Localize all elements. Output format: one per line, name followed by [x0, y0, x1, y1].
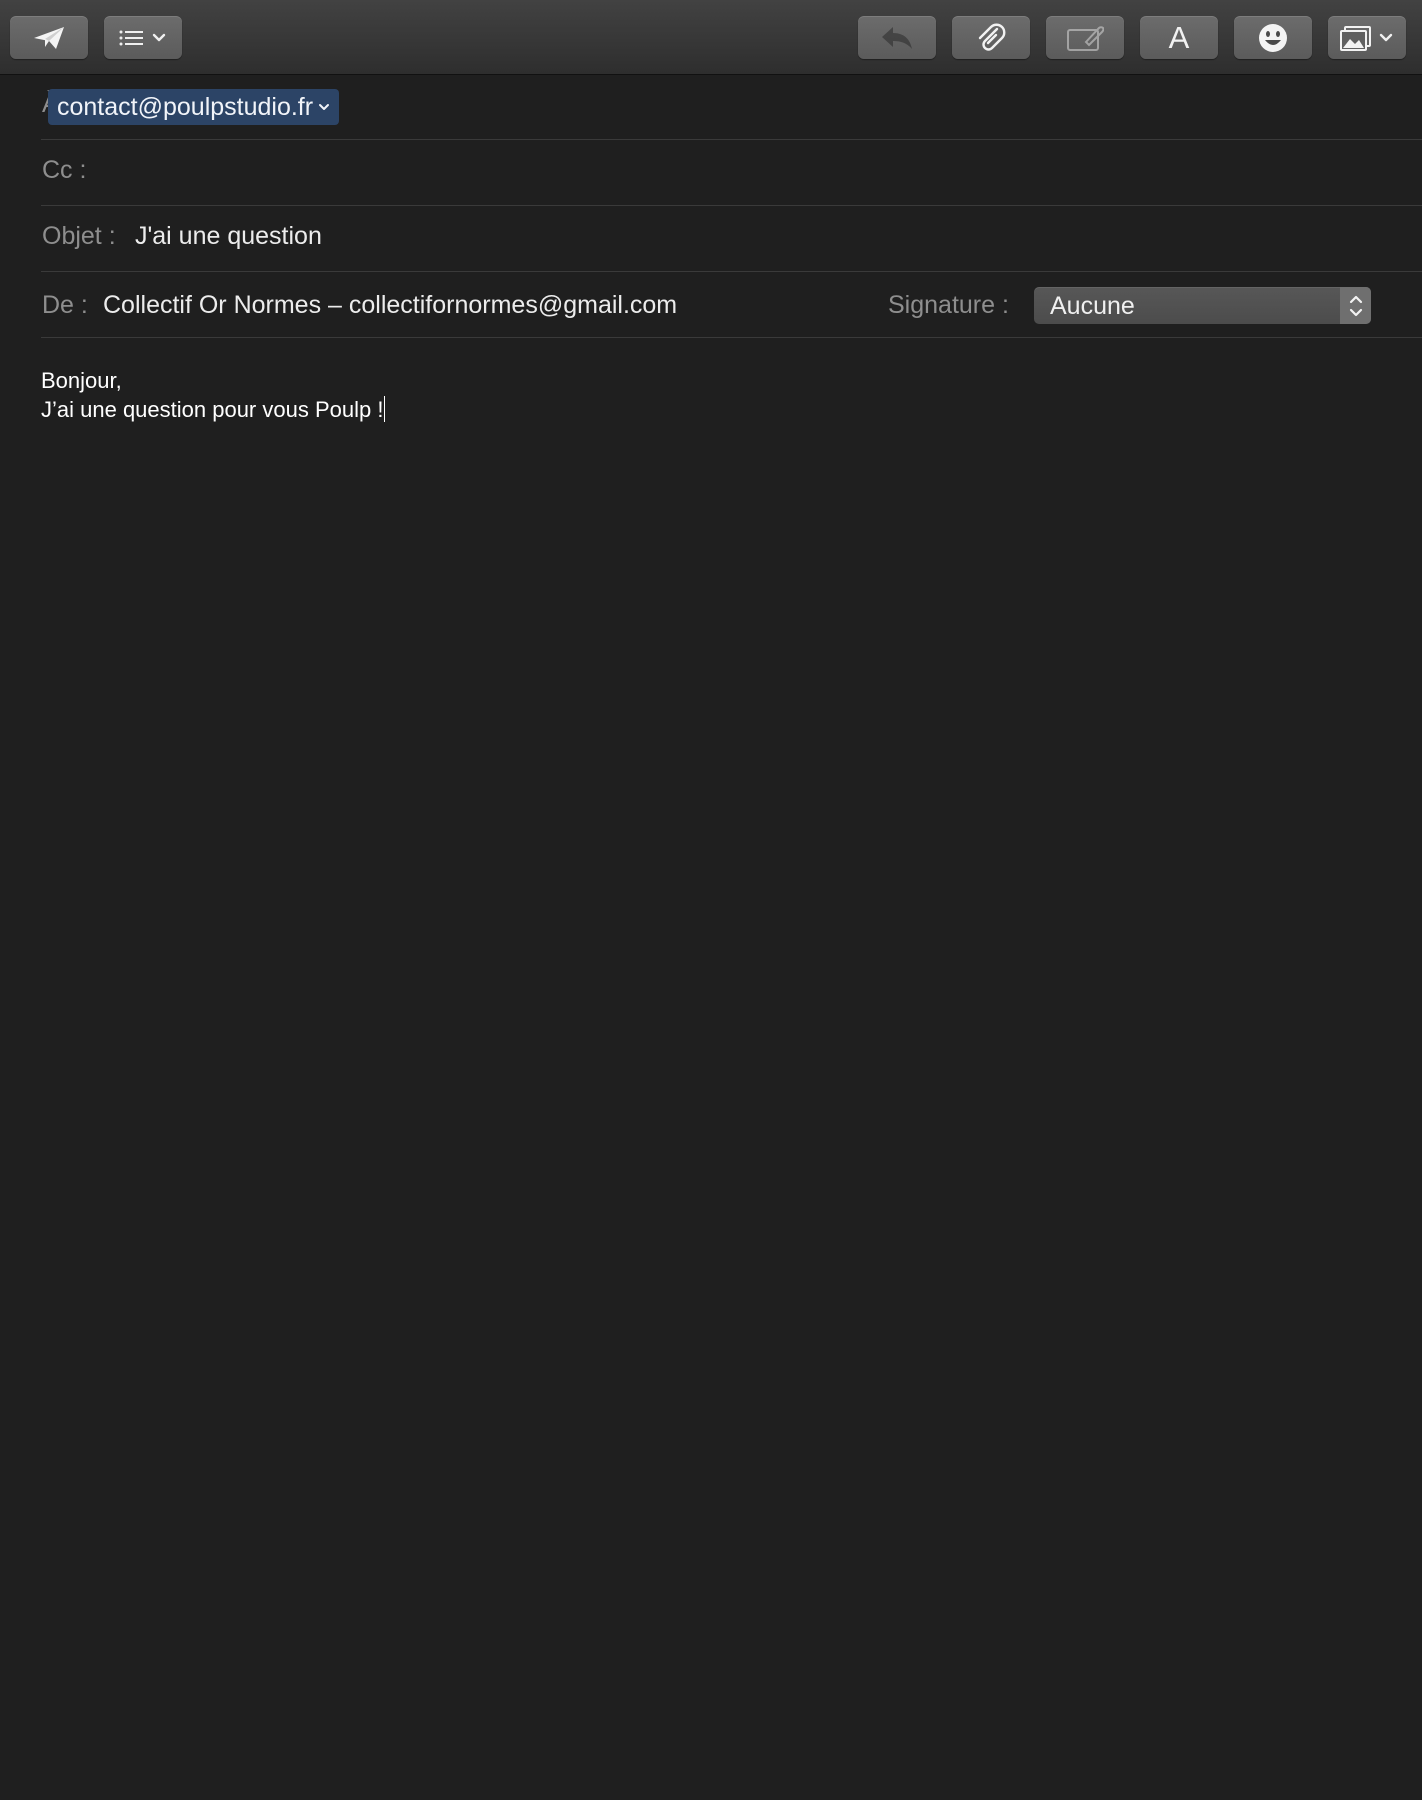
emoji-button[interactable] — [1234, 16, 1312, 59]
chevron-down-icon — [1379, 33, 1393, 41]
subject-field[interactable]: J'ai une question — [135, 222, 322, 251]
body-line: Bonjour, — [41, 368, 122, 393]
markup-button[interactable] — [1046, 16, 1124, 59]
smiley-icon — [1259, 23, 1287, 52]
format-button[interactable]: A — [1140, 16, 1218, 59]
subject-label: Objet : — [42, 222, 116, 250]
cc-row[interactable] — [41, 140, 1422, 206]
header-fields-button[interactable] — [104, 16, 182, 59]
markup-icon — [1067, 25, 1104, 51]
body-line-with-caret: J’ai une question pour vous Poulp ! — [41, 395, 386, 424]
body-line: J’ai une question pour vous Poulp ! — [41, 397, 384, 422]
message-body[interactable]: Bonjour, J’ai une question pour vous Pou… — [41, 366, 386, 424]
paperclip-icon — [978, 23, 1006, 51]
toolbar: A — [0, 0, 1422, 75]
chevron-down-icon — [319, 104, 330, 110]
select-stepper-icon — [1340, 287, 1371, 324]
reply-button[interactable] — [858, 16, 936, 59]
signature-value: Aucune — [1050, 292, 1135, 320]
reply-arrow-icon — [882, 26, 912, 49]
cc-label: Cc : — [42, 156, 87, 184]
text-caret — [384, 396, 386, 422]
to-recipient-token[interactable]: contact@poulpstudio.fr — [48, 89, 340, 125]
send-button[interactable] — [10, 16, 88, 59]
from-account-select[interactable]: Collectif Or Normes – collectifornormes@… — [103, 291, 677, 320]
signature-label: Signature : — [888, 291, 1009, 319]
attach-button[interactable] — [952, 16, 1030, 59]
photo-browser-button[interactable] — [1328, 16, 1406, 59]
to-recipient: contact@poulpstudio.fr — [57, 92, 314, 121]
list-icon — [119, 30, 143, 45]
chevron-down-icon — [152, 33, 166, 41]
from-label: De : — [42, 291, 88, 319]
paper-plane-icon — [34, 26, 64, 49]
signature-select[interactable]: Aucune — [1034, 287, 1371, 324]
photo-icon — [1340, 25, 1371, 51]
compose-window: A À : contact@poulpstudio.fr — [0, 0, 1422, 1800]
font-icon: A — [1168, 20, 1190, 55]
